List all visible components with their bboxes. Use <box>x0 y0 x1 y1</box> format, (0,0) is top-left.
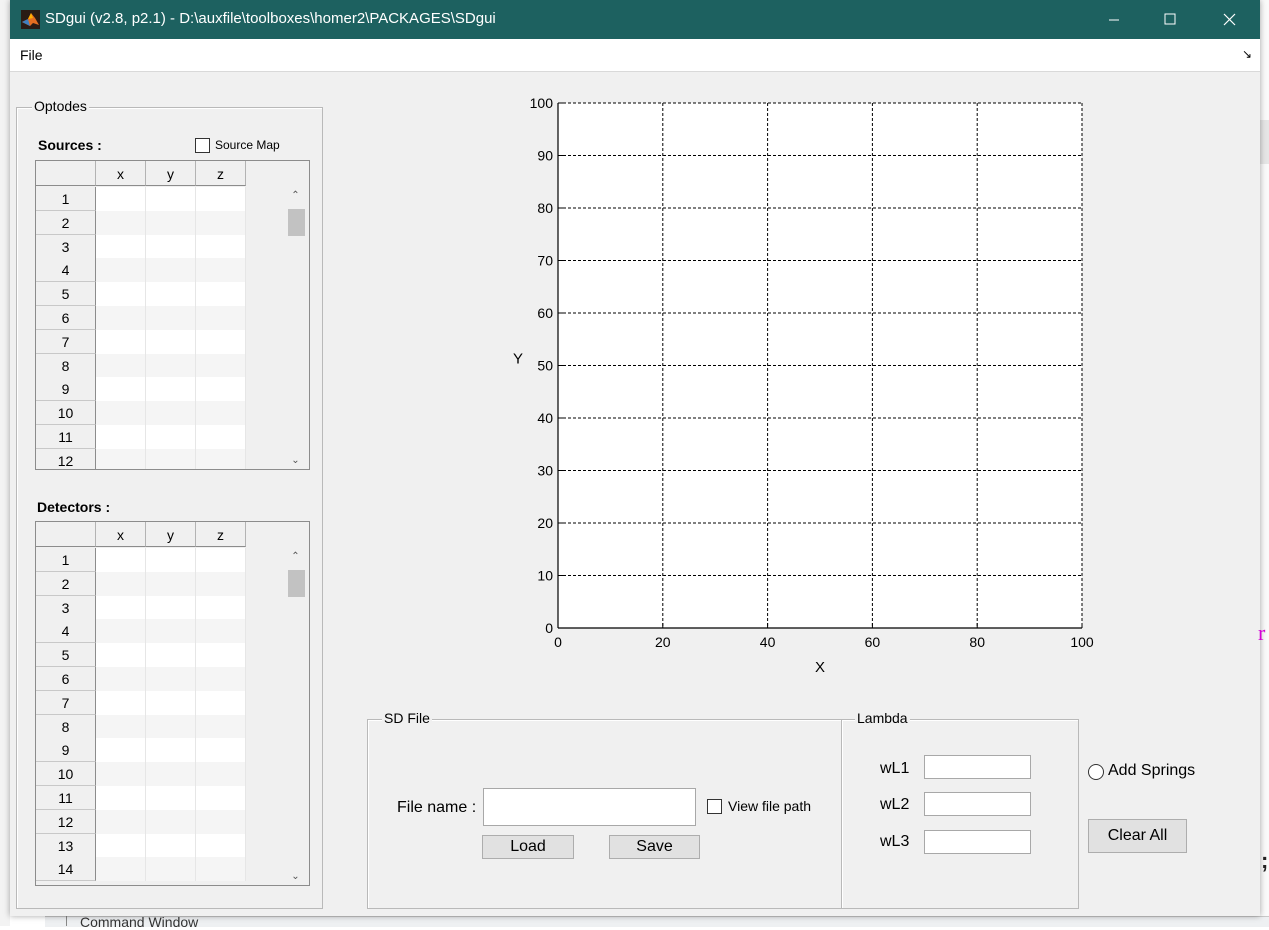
y-tick-label: 80 <box>537 200 553 216</box>
y-tick-label: 50 <box>537 358 553 374</box>
file-name-label: File name : <box>397 799 477 816</box>
wl3-input[interactable] <box>924 830 1031 854</box>
y-tick-label: 100 <box>530 95 554 111</box>
wl3-label: wL3 <box>880 833 910 850</box>
detectors-table-cell-y[interactable] <box>146 762 196 787</box>
detectors-table-cell-z[interactable] <box>196 809 246 834</box>
lambda-group-title: Lambda <box>855 710 910 726</box>
background-app-toolbar-edge <box>1260 120 1269 164</box>
detectors-table-cell-x[interactable] <box>96 857 146 882</box>
save-button[interactable]: Save <box>609 835 700 859</box>
background-editor-semicolon: ; <box>1261 848 1269 873</box>
y-axis-label: Y <box>513 351 523 368</box>
detectors-table-cell-z[interactable] <box>196 833 246 858</box>
detectors-table-cell-z[interactable] <box>196 714 246 739</box>
detectors-table-row-header: 10 <box>36 762 96 787</box>
add-springs-label: Add Springs <box>1108 762 1196 779</box>
detectors-table-cell-x[interactable] <box>96 809 146 834</box>
x-tick-label: 100 <box>1070 634 1094 650</box>
background-command-window-strip <box>45 916 1269 927</box>
detectors-table-cell-z[interactable] <box>196 786 246 810</box>
background-divider <box>66 916 67 926</box>
wl1-label: wL1 <box>880 760 910 777</box>
add-springs-radio[interactable] <box>1088 764 1104 780</box>
view-file-path-checkbox[interactable] <box>707 799 722 814</box>
detectors-table-row-header: 11 <box>36 786 96 810</box>
y-tick-label: 60 <box>537 305 553 321</box>
detectors-table-cell-x[interactable] <box>96 714 146 739</box>
x-tick-label: 60 <box>865 634 881 650</box>
detectors-table-row-header: 13 <box>36 833 96 858</box>
y-tick-label: 20 <box>537 515 553 531</box>
clear-all-button[interactable]: Clear All <box>1088 819 1187 853</box>
x-tick-label: 20 <box>655 634 671 650</box>
detectors-table-cell-x[interactable] <box>96 833 146 858</box>
y-tick-label: 10 <box>537 568 553 584</box>
detectors-table-cell-x[interactable] <box>96 786 146 810</box>
detectors-table-cell-y[interactable] <box>146 857 196 882</box>
wl2-label: wL2 <box>880 796 910 813</box>
x-axis-label: X <box>815 659 825 676</box>
detectors-table-cell-y[interactable] <box>146 833 196 858</box>
detectors-table-cell-y[interactable] <box>146 809 196 834</box>
wl1-input[interactable] <box>924 755 1031 779</box>
detectors-table-row-header: 9 <box>36 738 96 763</box>
detectors-table-cell-z[interactable] <box>196 738 246 763</box>
detectors-table-cell-x[interactable] <box>96 738 146 763</box>
detectors-table-row-header: 8 <box>36 714 96 739</box>
x-tick-label: 40 <box>760 634 776 650</box>
y-tick-label: 30 <box>537 463 553 479</box>
detectors-table-row-header: 14 <box>36 857 96 882</box>
y-tick-label: 90 <box>537 148 553 164</box>
detectors-table-cell-z[interactable] <box>196 762 246 787</box>
y-tick-label: 40 <box>537 410 553 426</box>
load-button[interactable]: Load <box>482 835 574 859</box>
detectors-table-cell-x[interactable] <box>96 762 146 787</box>
chevron-down-icon[interactable]: ⌄ <box>286 868 305 885</box>
detectors-table-cell-y[interactable] <box>146 714 196 739</box>
x-tick-label: 0 <box>554 634 562 650</box>
background-command-window-label: Command Window <box>80 914 199 930</box>
file-name-input[interactable] <box>483 788 696 826</box>
detectors-table-cell-y[interactable] <box>146 786 196 810</box>
y-tick-label: 70 <box>537 253 553 269</box>
detectors-table-cell-z[interactable] <box>196 857 246 882</box>
sdgui-window: SDgui (v2.8, p2.1) - D:\auxfile\toolboxe… <box>10 0 1260 916</box>
sd-file-group-title: SD File <box>382 710 432 726</box>
wl2-input[interactable] <box>924 792 1031 816</box>
detectors-table-row-header: 12 <box>36 809 96 834</box>
detectors-table-cell-y[interactable] <box>146 738 196 763</box>
x-tick-label: 80 <box>969 634 985 650</box>
optode-plot[interactable]: 0 20 40 60 80 100 0 10 20 30 40 50 60 70 80 90 100 X Y <box>10 0 1260 700</box>
background-editor-glyph: r <box>1258 620 1266 645</box>
background-app-left-edge <box>0 0 10 926</box>
y-tick-label: 0 <box>545 620 553 636</box>
view-file-path-label: View file path <box>728 798 812 814</box>
